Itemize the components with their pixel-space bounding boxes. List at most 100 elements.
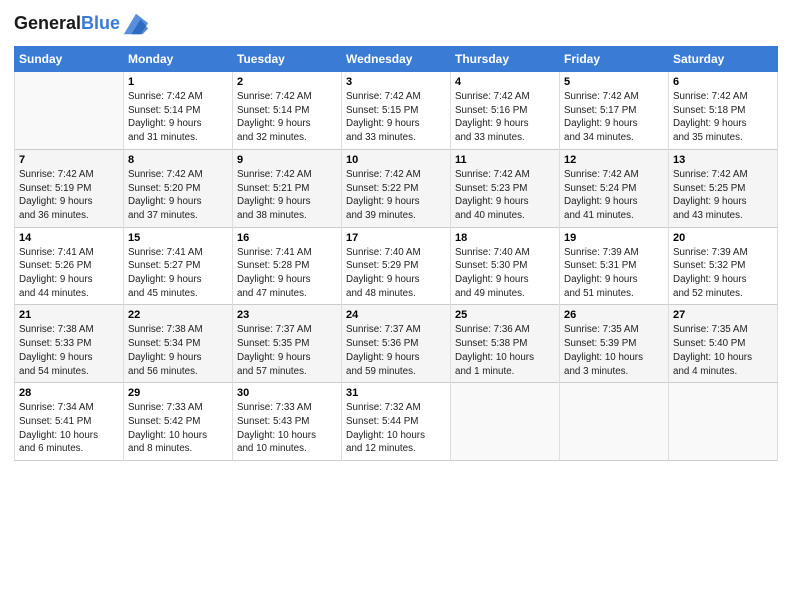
day-number: 15 — [128, 232, 228, 244]
day-number: 1 — [128, 76, 228, 88]
day-cell: 30 Sunrise: 7:33 AM Sunset: 5:43 PM Dayli… — [233, 383, 342, 461]
day-cell: 9 Sunrise: 7:42 AM Sunset: 5:21 PM Daylig… — [233, 149, 342, 227]
day-info: Sunrise: 7:42 AM Sunset: 5:21 PM Dayligh… — [237, 168, 337, 223]
day-cell: 20 Sunrise: 7:39 AM Sunset: 5:32 PM Dayli… — [669, 227, 778, 305]
week-row-1: 1 Sunrise: 7:42 AM Sunset: 5:14 PM Daylig… — [15, 72, 778, 150]
day-number: 4 — [455, 76, 555, 88]
col-header-wednesday: Wednesday — [342, 47, 451, 72]
col-header-friday: Friday — [560, 47, 669, 72]
day-info: Sunrise: 7:36 AM Sunset: 5:38 PM Dayligh… — [455, 323, 555, 378]
col-header-thursday: Thursday — [451, 47, 560, 72]
day-cell — [669, 383, 778, 461]
day-cell — [15, 72, 124, 150]
day-number: 30 — [237, 387, 337, 399]
day-number: 28 — [19, 387, 119, 399]
day-cell: 10 Sunrise: 7:42 AM Sunset: 5:22 PM Dayli… — [342, 149, 451, 227]
day-info: Sunrise: 7:39 AM Sunset: 5:32 PM Dayligh… — [673, 246, 773, 301]
day-number: 11 — [455, 154, 555, 166]
day-info: Sunrise: 7:41 AM Sunset: 5:26 PM Dayligh… — [19, 246, 119, 301]
day-info: Sunrise: 7:42 AM Sunset: 5:19 PM Dayligh… — [19, 168, 119, 223]
day-info: Sunrise: 7:37 AM Sunset: 5:35 PM Dayligh… — [237, 323, 337, 378]
col-header-tuesday: Tuesday — [233, 47, 342, 72]
day-info: Sunrise: 7:34 AM Sunset: 5:41 PM Dayligh… — [19, 401, 119, 456]
day-cell: 17 Sunrise: 7:40 AM Sunset: 5:29 PM Dayli… — [342, 227, 451, 305]
day-number: 24 — [346, 309, 446, 321]
day-cell: 15 Sunrise: 7:41 AM Sunset: 5:27 PM Dayli… — [124, 227, 233, 305]
day-info: Sunrise: 7:42 AM Sunset: 5:14 PM Dayligh… — [237, 90, 337, 145]
day-cell — [451, 383, 560, 461]
day-number: 14 — [19, 232, 119, 244]
day-cell: 18 Sunrise: 7:40 AM Sunset: 5:30 PM Dayli… — [451, 227, 560, 305]
day-info: Sunrise: 7:42 AM Sunset: 5:18 PM Dayligh… — [673, 90, 773, 145]
day-cell: 14 Sunrise: 7:41 AM Sunset: 5:26 PM Dayli… — [15, 227, 124, 305]
day-info: Sunrise: 7:38 AM Sunset: 5:33 PM Dayligh… — [19, 323, 119, 378]
day-info: Sunrise: 7:42 AM Sunset: 5:14 PM Dayligh… — [128, 90, 228, 145]
day-info: Sunrise: 7:41 AM Sunset: 5:28 PM Dayligh… — [237, 246, 337, 301]
day-cell: 11Sunrise: 7:42 AM Sunset: 5:23 PM Dayli… — [451, 149, 560, 227]
day-number: 23 — [237, 309, 337, 321]
day-info: Sunrise: 7:42 AM Sunset: 5:22 PM Dayligh… — [346, 168, 446, 223]
day-number: 25 — [455, 309, 555, 321]
day-cell: 21Sunrise: 7:38 AM Sunset: 5:33 PM Dayli… — [15, 305, 124, 383]
header: GeneralBlue — [14, 10, 778, 38]
day-info: Sunrise: 7:33 AM Sunset: 5:43 PM Dayligh… — [237, 401, 337, 456]
day-number: 17 — [346, 232, 446, 244]
day-number: 18 — [455, 232, 555, 244]
day-info: Sunrise: 7:42 AM Sunset: 5:16 PM Dayligh… — [455, 90, 555, 145]
col-header-monday: Monday — [124, 47, 233, 72]
day-number: 9 — [237, 154, 337, 166]
day-number: 12 — [564, 154, 664, 166]
day-number: 2 — [237, 76, 337, 88]
day-info: Sunrise: 7:40 AM Sunset: 5:29 PM Dayligh… — [346, 246, 446, 301]
day-cell: 16 Sunrise: 7:41 AM Sunset: 5:28 PM Dayli… — [233, 227, 342, 305]
day-number: 5 — [564, 76, 664, 88]
week-row-3: 14 Sunrise: 7:41 AM Sunset: 5:26 PM Dayli… — [15, 227, 778, 305]
page-container: GeneralBlue SundayMondayTuesdayWednesday… — [0, 0, 792, 469]
day-cell: 31Sunrise: 7:32 AM Sunset: 5:44 PM Dayli… — [342, 383, 451, 461]
day-number: 20 — [673, 232, 773, 244]
day-number: 13 — [673, 154, 773, 166]
day-number: 6 — [673, 76, 773, 88]
week-row-5: 28 Sunrise: 7:34 AM Sunset: 5:41 PM Dayli… — [15, 383, 778, 461]
day-cell: 19Sunrise: 7:39 AM Sunset: 5:31 PM Dayli… — [560, 227, 669, 305]
day-cell: 8 Sunrise: 7:42 AM Sunset: 5:20 PM Daylig… — [124, 149, 233, 227]
day-info: Sunrise: 7:41 AM Sunset: 5:27 PM Dayligh… — [128, 246, 228, 301]
day-info: Sunrise: 7:38 AM Sunset: 5:34 PM Dayligh… — [128, 323, 228, 378]
day-cell: 26 Sunrise: 7:35 AM Sunset: 5:39 PM Dayli… — [560, 305, 669, 383]
week-row-4: 21Sunrise: 7:38 AM Sunset: 5:33 PM Dayli… — [15, 305, 778, 383]
day-info: Sunrise: 7:42 AM Sunset: 5:15 PM Dayligh… — [346, 90, 446, 145]
day-number: 26 — [564, 309, 664, 321]
day-number: 22 — [128, 309, 228, 321]
col-header-sunday: Sunday — [15, 47, 124, 72]
day-cell: 22 Sunrise: 7:38 AM Sunset: 5:34 PM Dayli… — [124, 305, 233, 383]
day-number: 16 — [237, 232, 337, 244]
day-cell: 1 Sunrise: 7:42 AM Sunset: 5:14 PM Daylig… — [124, 72, 233, 150]
day-cell: 3Sunrise: 7:42 AM Sunset: 5:15 PM Daylig… — [342, 72, 451, 150]
day-cell: 25 Sunrise: 7:36 AM Sunset: 5:38 PM Dayli… — [451, 305, 560, 383]
day-cell: 2 Sunrise: 7:42 AM Sunset: 5:14 PM Daylig… — [233, 72, 342, 150]
day-number: 31 — [346, 387, 446, 399]
logo: GeneralBlue — [14, 10, 150, 38]
day-cell: 12 Sunrise: 7:42 AM Sunset: 5:24 PM Dayli… — [560, 149, 669, 227]
logo-icon — [122, 10, 150, 38]
day-cell: 23 Sunrise: 7:37 AM Sunset: 5:35 PM Dayli… — [233, 305, 342, 383]
day-number: 27 — [673, 309, 773, 321]
day-info: Sunrise: 7:40 AM Sunset: 5:30 PM Dayligh… — [455, 246, 555, 301]
day-info: Sunrise: 7:37 AM Sunset: 5:36 PM Dayligh… — [346, 323, 446, 378]
day-number: 29 — [128, 387, 228, 399]
day-info: Sunrise: 7:35 AM Sunset: 5:39 PM Dayligh… — [564, 323, 664, 378]
day-cell: 29Sunrise: 7:33 AM Sunset: 5:42 PM Dayli… — [124, 383, 233, 461]
day-info: Sunrise: 7:42 AM Sunset: 5:20 PM Dayligh… — [128, 168, 228, 223]
day-number: 8 — [128, 154, 228, 166]
day-cell: 24 Sunrise: 7:37 AM Sunset: 5:36 PM Dayli… — [342, 305, 451, 383]
day-cell — [560, 383, 669, 461]
day-info: Sunrise: 7:39 AM Sunset: 5:31 PM Dayligh… — [564, 246, 664, 301]
logo-text: GeneralBlue — [14, 14, 120, 34]
calendar-table: SundayMondayTuesdayWednesdayThursdayFrid… — [14, 46, 778, 461]
day-info: Sunrise: 7:42 AM Sunset: 5:24 PM Dayligh… — [564, 168, 664, 223]
day-cell: 28 Sunrise: 7:34 AM Sunset: 5:41 PM Dayli… — [15, 383, 124, 461]
day-info: Sunrise: 7:42 AM Sunset: 5:17 PM Dayligh… — [564, 90, 664, 145]
day-number: 10 — [346, 154, 446, 166]
day-info: Sunrise: 7:35 AM Sunset: 5:40 PM Dayligh… — [673, 323, 773, 378]
day-info: Sunrise: 7:42 AM Sunset: 5:25 PM Dayligh… — [673, 168, 773, 223]
